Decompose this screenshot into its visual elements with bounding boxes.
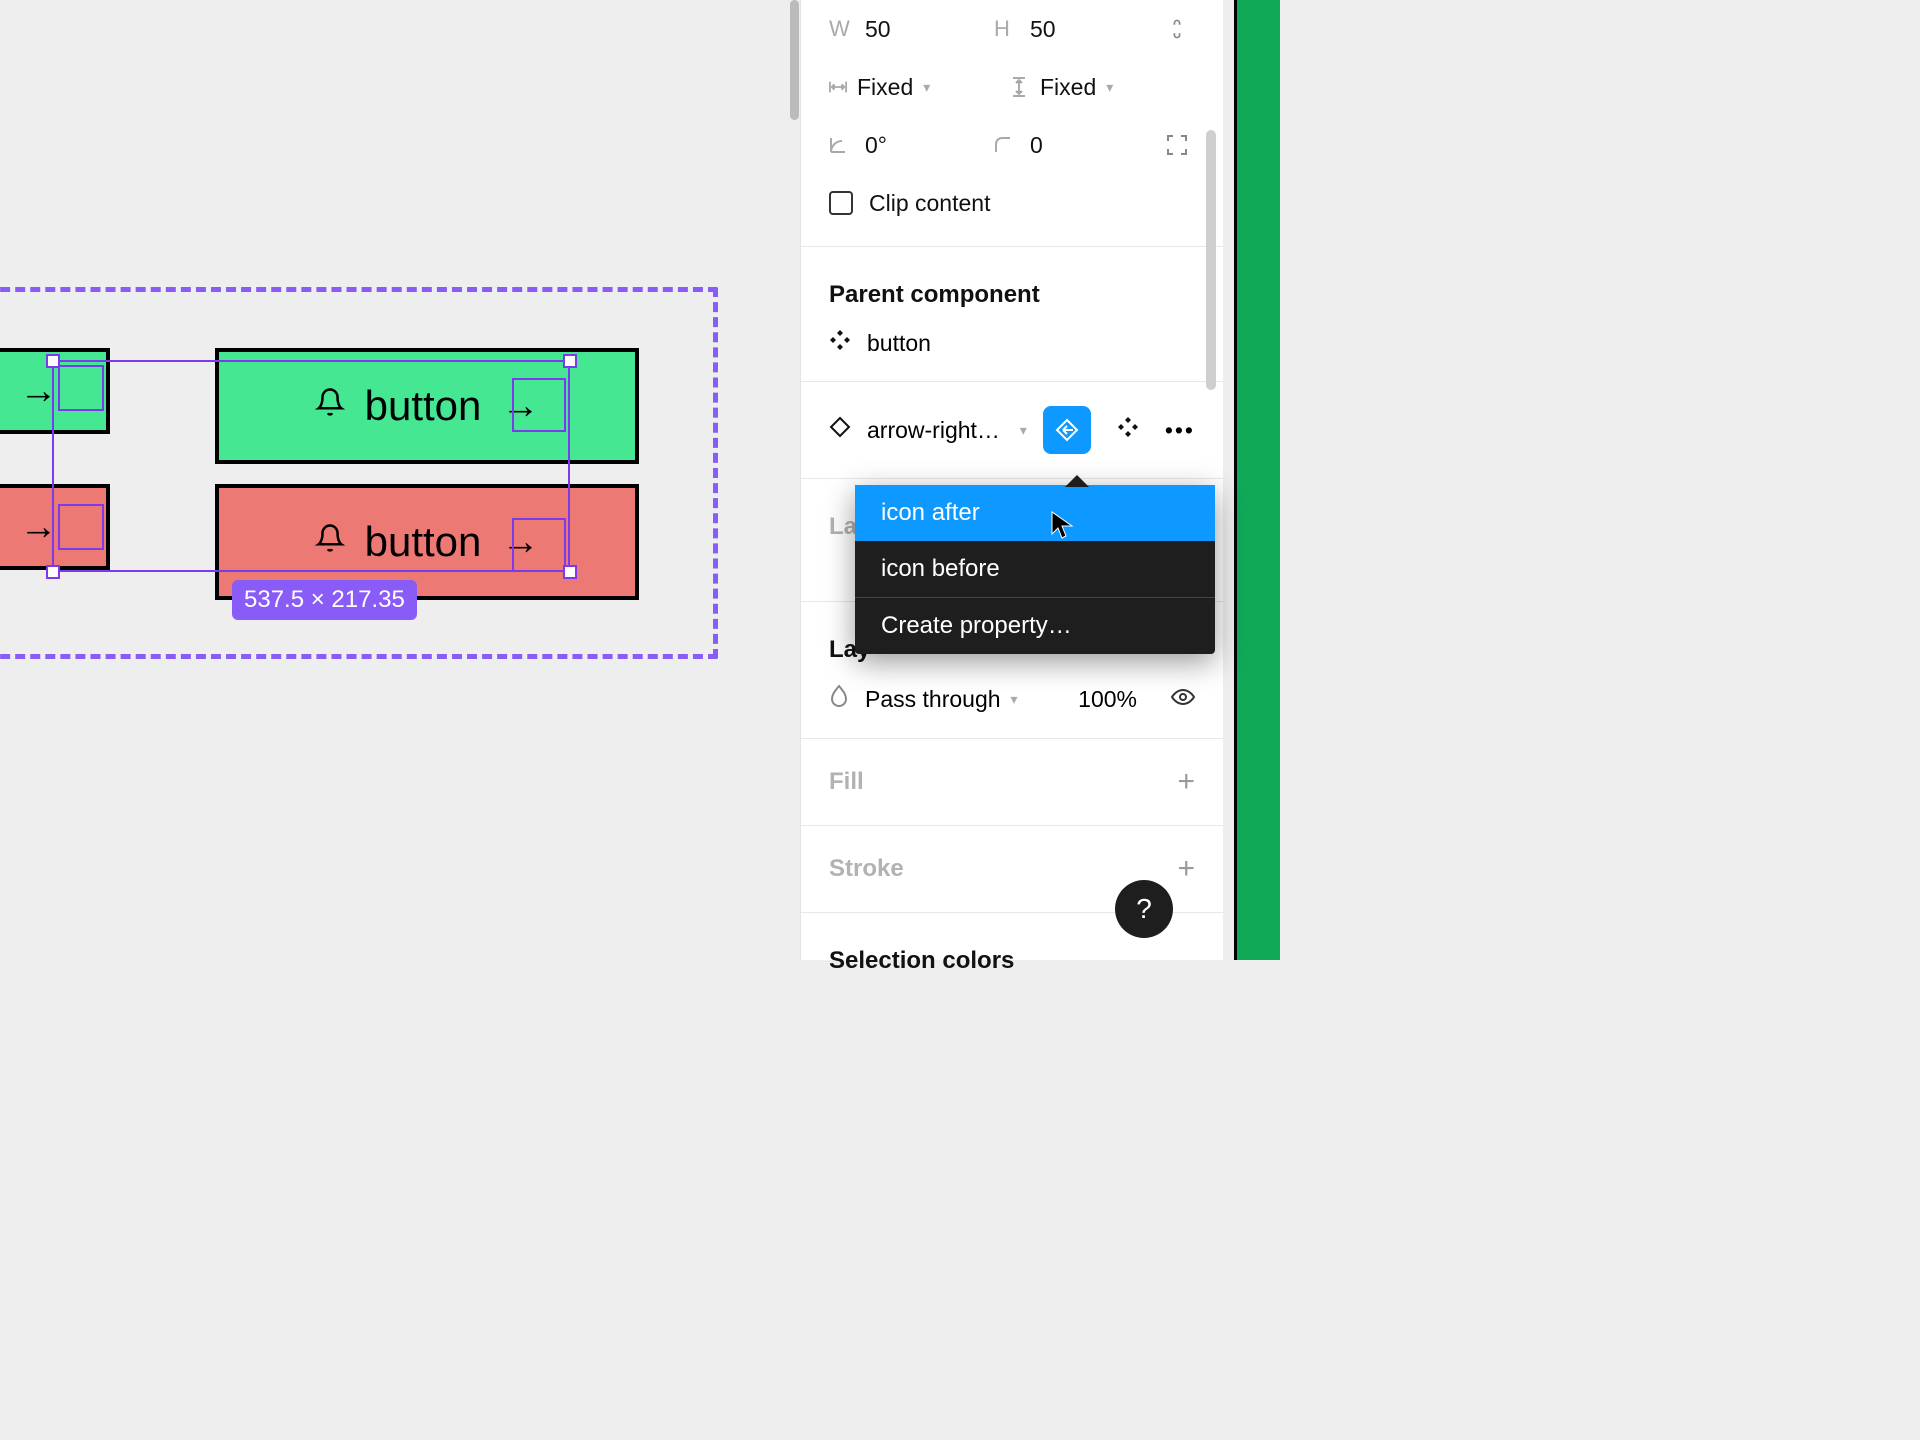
selection-outline-icon (512, 518, 566, 572)
chevron-down-icon: ▾ (1106, 79, 1113, 96)
rotation-corner-row: 0° 0 (801, 116, 1223, 174)
help-button[interactable]: ? (1115, 880, 1173, 938)
canvas-scrollbar[interactable] (790, 0, 799, 120)
menu-item-create-property[interactable]: Create property… (855, 598, 1215, 654)
stroke-title: Stroke (829, 855, 904, 883)
cursor-icon (1050, 510, 1074, 547)
link-dimensions-icon[interactable] (1159, 9, 1195, 49)
menu-item-icon-before[interactable]: icon before (855, 541, 1215, 597)
horizontal-resize-icon (829, 80, 847, 94)
selection-colors-title: Selection colors (801, 927, 1223, 985)
height-mode-dropdown[interactable]: Fixed ▾ (1012, 74, 1195, 101)
add-fill-button[interactable]: + (1177, 765, 1195, 799)
panel-scrollbar[interactable] (1206, 130, 1216, 390)
opacity-value[interactable]: 100% (1078, 686, 1137, 713)
more-icon[interactable]: ••• (1165, 417, 1195, 444)
selection-dimensions-badge: 537.5 × 217.35 (232, 580, 417, 620)
width-label: W (829, 16, 847, 42)
corner-radius-icon (994, 136, 1012, 154)
selection-outline (52, 360, 570, 572)
blend-mode-dropdown[interactable]: Pass through ▾ (865, 686, 1062, 713)
height-label: H (994, 16, 1012, 42)
add-stroke-button[interactable]: + (1177, 852, 1195, 886)
resize-mode-row: Fixed ▾ Fixed ▾ (801, 58, 1223, 116)
instance-layer-row[interactable]: arrow-right … ▾ ••• (801, 396, 1223, 464)
parent-component-row[interactable]: button (801, 319, 1223, 367)
clip-content-row[interactable]: Clip content (801, 174, 1223, 232)
angle-icon (829, 136, 847, 154)
instance-icon (829, 416, 851, 444)
menu-item-icon-after[interactable]: icon after (855, 485, 1215, 541)
corner-value[interactable]: 0 (1030, 132, 1043, 159)
properties-panel: W 50 H 50 Fixed ▾ Fixed ▾ (800, 0, 1223, 960)
chevron-down-icon[interactable]: ▾ (1020, 422, 1027, 439)
clip-content-checkbox[interactable] (829, 191, 853, 215)
visibility-icon[interactable] (1171, 686, 1195, 712)
selection-handle[interactable] (46, 565, 60, 579)
width-mode-dropdown[interactable]: Fixed ▾ (829, 74, 1012, 101)
clip-content-label: Clip content (869, 190, 990, 217)
blend-mode-icon (829, 684, 849, 714)
rotation-value[interactable]: 0° (865, 132, 887, 159)
parent-component-title: Parent component (801, 261, 1223, 319)
width-value[interactable]: 50 (865, 16, 891, 43)
chevron-down-icon: ▾ (1011, 691, 1018, 708)
parent-component-name: button (867, 330, 1195, 357)
blend-row: Pass through ▾ 100% (801, 674, 1223, 724)
layer-name: arrow-right … (867, 417, 1004, 444)
selection-handle[interactable] (46, 354, 60, 368)
selection-handle[interactable] (563, 354, 577, 368)
selection-handle[interactable] (563, 565, 577, 579)
vertical-resize-icon (1012, 77, 1030, 97)
independent-corners-icon[interactable] (1159, 125, 1195, 165)
component-set-icon[interactable] (1117, 416, 1139, 444)
design-canvas[interactable]: on → button → on → button → 537.5 × 217.… (0, 0, 798, 960)
selection-outline-icon (512, 378, 566, 432)
apply-instance-swap-button[interactable] (1043, 406, 1091, 454)
height-value[interactable]: 50 (1030, 16, 1056, 43)
green-strip (1234, 0, 1280, 960)
chevron-down-icon: ▾ (923, 79, 930, 96)
instance-swap-property-menu: icon after icon before Create property… (855, 485, 1215, 654)
selection-outline-icon (58, 365, 104, 411)
fill-title: Fill (829, 768, 864, 796)
fill-section: Fill + (801, 753, 1223, 811)
component-icon (829, 329, 851, 357)
selection-outline-icon (58, 504, 104, 550)
size-row: W 50 H 50 (801, 0, 1223, 58)
